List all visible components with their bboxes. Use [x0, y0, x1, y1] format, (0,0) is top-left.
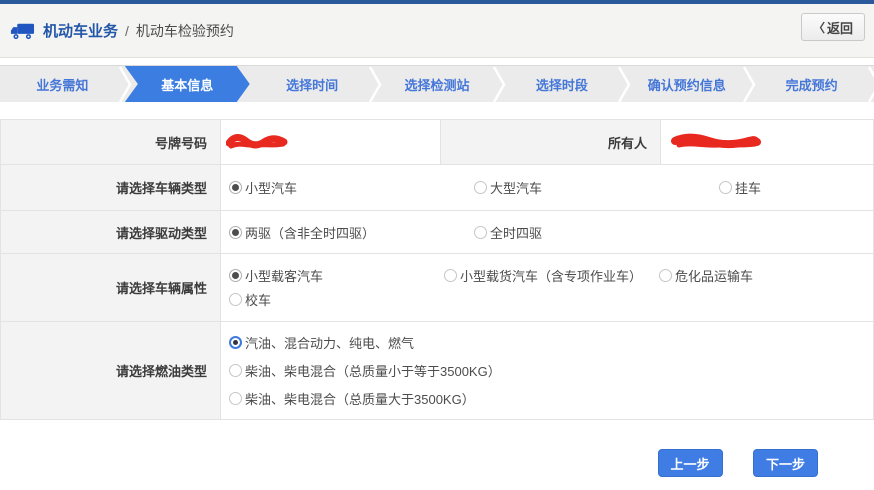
- step-label: 完成预约: [786, 75, 838, 94]
- vehicle-type-label: 请选择车辆类型: [1, 165, 221, 210]
- options-line: 汽油、混合动力、纯电、燃气: [229, 333, 414, 352]
- radio-unselected-icon[interactable]: [444, 269, 457, 282]
- vehicle-type-options: 小型汽车 大型汽车 挂车: [221, 165, 873, 210]
- step-label: 选择检测站: [405, 75, 470, 94]
- back-button-label: 返回: [827, 18, 853, 37]
- drive-type-label: 请选择驱动类型: [1, 211, 221, 253]
- vehicle-inspection-appointment-page: 机动车业务 / 机动车检验预约 〈 返回 业务需知 基本信息 选择时间 选择检测…: [0, 0, 874, 490]
- radio-option-label: 小型汽车: [245, 178, 297, 197]
- radio-selected-icon[interactable]: [229, 336, 242, 349]
- radio-option-label: 汽油、混合动力、纯电、燃气: [245, 333, 414, 352]
- step-separator-chevron: [368, 66, 382, 103]
- radio-option-label: 挂车: [735, 178, 761, 197]
- radio-option-label: 小型载货汽车（含专项作业车）: [460, 266, 642, 285]
- radio-option-label: 校车: [245, 290, 271, 309]
- radio-option-label: 两驱（含非全时四驱）: [245, 223, 375, 242]
- radio-option-label: 大型汽车: [490, 178, 542, 197]
- vehicle-attribute-label: 请选择车辆属性: [1, 254, 221, 321]
- step-tab-confirm-info[interactable]: 确认预约信息: [624, 66, 749, 102]
- step-label: 业务需知: [36, 75, 88, 94]
- breadcrumb-section-title: 机动车业务: [43, 20, 118, 41]
- step-label: 选择时段: [536, 75, 588, 94]
- radio-option-label: 危化品运输车: [675, 266, 753, 285]
- breadcrumb-divider: /: [125, 23, 129, 39]
- footer-actions: 上一步 下一步: [0, 449, 874, 477]
- options-line: 柴油、柴电混合（总质量小于等于3500KG）: [229, 361, 501, 380]
- radio-unselected-icon[interactable]: [474, 181, 487, 194]
- radio-option-hazmat-transport[interactable]: 危化品运输车: [659, 266, 753, 285]
- radio-option-small-passenger[interactable]: 小型载客汽车: [229, 266, 444, 285]
- step-label: 基本信息: [161, 75, 213, 94]
- radio-option-gasoline-hybrid-electric-gas[interactable]: 汽油、混合动力、纯电、燃气: [229, 333, 414, 352]
- step-tab-notice[interactable]: 业务需知: [0, 66, 125, 102]
- radio-unselected-icon[interactable]: [229, 293, 242, 306]
- radio-option-label: 小型载客汽车: [245, 266, 323, 285]
- row-vehicle-type: 请选择车辆类型 小型汽车 大型汽车 挂车: [1, 165, 873, 211]
- radio-option-school-bus[interactable]: 校车: [229, 290, 271, 309]
- options-line: 柴油、柴电混合（总质量大于3500KG）: [229, 389, 475, 408]
- basic-info-form: 号牌号码 所有人 请选择车辆类型: [0, 119, 874, 420]
- step-separator-chevron: [617, 66, 631, 103]
- plate-redaction-scribble: [226, 133, 288, 151]
- step-label: 确认预约信息: [648, 75, 726, 94]
- row-plate-owner: 号牌号码 所有人: [1, 120, 873, 165]
- fuel-type-options: 汽油、混合动力、纯电、燃气 柴油、柴电混合（总质量小于等于3500KG） 柴油、…: [221, 322, 873, 419]
- radio-selected-icon[interactable]: [229, 269, 242, 282]
- options-line: 小型载客汽车 小型载货汽车（含专项作业车） 危化品运输车: [229, 266, 753, 285]
- step-label: 选择时间: [286, 75, 338, 94]
- radio-option-large-car[interactable]: 大型汽车: [474, 178, 719, 197]
- step-tab-basic-info[interactable]: 基本信息: [125, 66, 250, 102]
- radio-option-label: 全时四驱: [490, 223, 542, 242]
- radio-option-label: 柴油、柴电混合（总质量小于等于3500KG）: [245, 361, 501, 380]
- radio-option-small-cargo[interactable]: 小型载货汽车（含专项作业车）: [444, 266, 659, 285]
- radio-option-label: 柴油、柴电混合（总质量大于3500KG）: [245, 389, 475, 408]
- plate-number-label: 号牌号码: [1, 120, 221, 164]
- previous-step-button[interactable]: 上一步: [658, 449, 723, 477]
- radio-option-small-car[interactable]: 小型汽车: [229, 178, 474, 197]
- breadcrumb-current-page: 机动车检验预约: [136, 21, 234, 41]
- plate-number-value-cell: [221, 120, 441, 164]
- truck-icon: [10, 21, 35, 41]
- radio-option-trailer[interactable]: 挂车: [719, 178, 761, 197]
- owner-label: 所有人: [441, 120, 661, 164]
- step-separator-chevron: [867, 66, 874, 103]
- radio-option-two-wheel-drive[interactable]: 两驱（含非全时四驱）: [229, 223, 474, 242]
- back-chevron-icon: 〈: [813, 19, 825, 36]
- row-fuel-type: 请选择燃油类型 汽油、混合动力、纯电、燃气 柴油、柴电混合（总质量小于等于350…: [1, 322, 873, 420]
- radio-unselected-icon[interactable]: [229, 364, 242, 377]
- radio-unselected-icon[interactable]: [229, 392, 242, 405]
- back-button[interactable]: 〈 返回: [801, 13, 865, 41]
- step-separator-chevron: [118, 66, 132, 103]
- fuel-type-label: 请选择燃油类型: [1, 322, 221, 419]
- step-wizard-nav: 业务需知 基本信息 选择时间 选择检测站 选择时段 确认预约信息 完成预约: [0, 65, 874, 102]
- radio-option-diesel-under-3500kg[interactable]: 柴油、柴电混合（总质量小于等于3500KG）: [229, 361, 501, 380]
- step-tab-select-station[interactable]: 选择检测站: [375, 66, 500, 102]
- radio-unselected-icon[interactable]: [659, 269, 672, 282]
- vehicle-attribute-options: 小型载客汽车 小型载货汽车（含专项作业车） 危化品运输车 校车: [221, 254, 873, 321]
- options-line: 校车: [229, 290, 271, 309]
- radio-selected-icon[interactable]: [229, 226, 242, 239]
- owner-redaction-scribble: [671, 133, 761, 151]
- step-separator-chevron: [742, 66, 756, 103]
- radio-unselected-icon[interactable]: [474, 226, 487, 239]
- row-drive-type: 请选择驱动类型 两驱（含非全时四驱） 全时四驱: [1, 211, 873, 254]
- radio-option-full-time-4wd[interactable]: 全时四驱: [474, 223, 542, 242]
- radio-selected-icon[interactable]: [229, 181, 242, 194]
- step-tab-select-time[interactable]: 选择时间: [250, 66, 375, 102]
- next-step-button[interactable]: 下一步: [753, 449, 818, 477]
- step-tab-complete[interactable]: 完成预约: [749, 66, 874, 102]
- step-separator-chevron: [492, 66, 506, 103]
- drive-type-options: 两驱（含非全时四驱） 全时四驱: [221, 211, 873, 253]
- radio-unselected-icon[interactable]: [719, 181, 732, 194]
- header-bar: 机动车业务 / 机动车检验预约 〈 返回: [0, 4, 874, 58]
- row-vehicle-attribute: 请选择车辆属性 小型载客汽车 小型载货汽车（含专项作业车） 危化品运输车: [1, 254, 873, 322]
- step-tab-select-slot[interactable]: 选择时段: [499, 66, 624, 102]
- radio-option-diesel-over-3500kg[interactable]: 柴油、柴电混合（总质量大于3500KG）: [229, 389, 475, 408]
- owner-value-cell: [661, 120, 873, 164]
